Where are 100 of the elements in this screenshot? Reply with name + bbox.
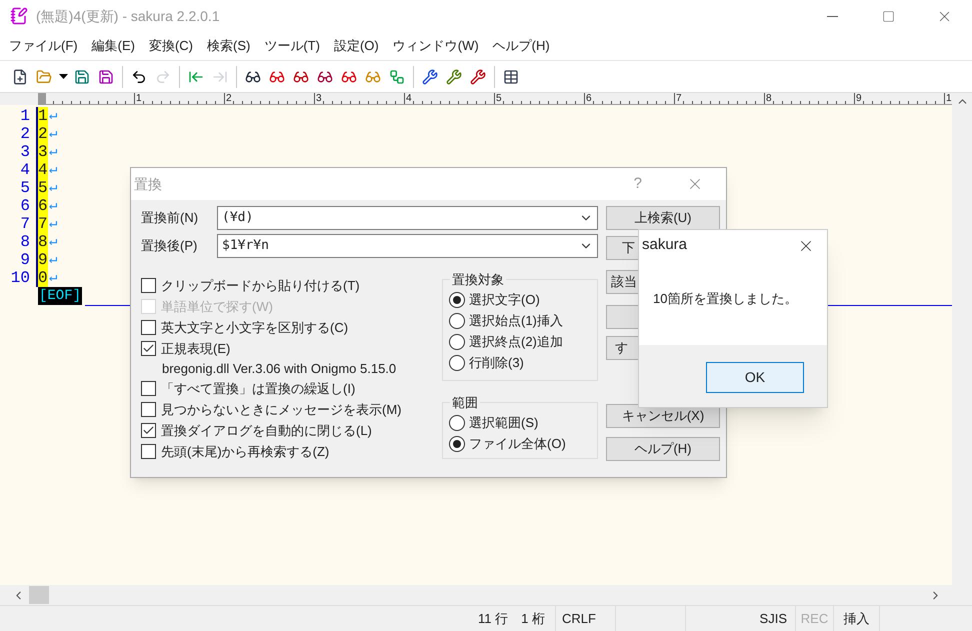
ok-button[interactable]: OK — [706, 362, 804, 393]
scroll-thumb[interactable] — [29, 586, 49, 604]
diagram-icon — [389, 68, 405, 84]
checkbox[interactable] — [141, 444, 156, 459]
ruler-number: 1 — [945, 93, 952, 104]
line-text: 2 — [38, 125, 48, 143]
glasses-icon — [341, 68, 357, 84]
save-icon — [98, 68, 114, 84]
line-number: 9 — [20, 251, 30, 269]
checkbox[interactable] — [141, 402, 156, 417]
radio-label: 行削除(3) — [469, 354, 524, 372]
option-label: 単語単位で探す(W) — [161, 298, 273, 316]
line-number: 6 — [20, 197, 30, 215]
field-label: 置換後(P) — [141, 237, 198, 256]
line-break-mark: ↵ — [49, 179, 58, 197]
option-label: 見つからないときにメッセージを表示(M) — [161, 400, 402, 419]
line-text: 8 — [38, 233, 48, 251]
option-label: 「すべて置換」は置換の繰返し(I) — [161, 380, 356, 398]
option-label: 正規表現(E) — [161, 340, 230, 358]
radio-button[interactable] — [449, 355, 465, 371]
radio-button[interactable] — [449, 292, 465, 308]
line-number: 5 — [20, 179, 30, 197]
radio-button[interactable] — [449, 334, 465, 350]
dialog-button[interactable]: 上検索(U) — [606, 206, 720, 230]
checkbox[interactable] — [141, 341, 156, 356]
arrow-right-icon — [212, 68, 228, 84]
radio-button[interactable] — [449, 436, 465, 452]
line-break-mark: ↵ — [49, 233, 58, 251]
menu-item[interactable]: 検索(S) — [200, 36, 258, 56]
line-number: 1 — [20, 107, 30, 125]
radio-label: 選択範囲(S) — [469, 414, 538, 432]
vertical-scrollbar[interactable] — [952, 93, 972, 585]
line-break-mark: ↵ — [49, 269, 58, 287]
combo-box[interactable]: (¥d) — [217, 206, 598, 230]
radio-label: ファイル全体(O) — [469, 435, 566, 454]
ruler-number: 5 — [495, 93, 502, 104]
arrow-left-icon — [188, 68, 204, 84]
radio-button[interactable] — [449, 313, 465, 329]
line-break-mark: ↵ — [49, 161, 58, 179]
status-field: SJIS — [686, 606, 796, 631]
app-icon — [10, 7, 28, 25]
menu-item[interactable]: ヘルプ(H) — [486, 36, 557, 56]
version-note: bregonig.dll Ver.3.06 with Onigmo 5.15.0 — [162, 360, 396, 378]
ruler-number: 2 — [225, 93, 232, 104]
line-number: 3 — [20, 143, 30, 161]
line-text: 7 — [38, 215, 48, 233]
option-label: 英大文字と小文字を区別する(C) — [161, 318, 348, 337]
line-break-mark: ↵ — [49, 197, 58, 215]
glasses-icon — [269, 68, 285, 84]
checkbox[interactable] — [141, 423, 156, 438]
dialog-button[interactable]: ヘルプ(H) — [606, 437, 720, 461]
message-text: 10箇所を置換しました。 — [653, 290, 798, 308]
radio-label: 選択始点(1)挿入 — [469, 312, 563, 330]
save-icon — [74, 68, 90, 84]
field-label: 置換前(N) — [141, 209, 200, 228]
line-text: 6 — [38, 197, 48, 215]
wrench-icon — [422, 68, 438, 84]
line-number: 8 — [20, 233, 30, 251]
line-text: 5 — [38, 179, 48, 197]
status-field: 挿入 — [834, 606, 880, 631]
dialog-title: sakura — [642, 235, 688, 256]
line-break-mark: ↵ — [49, 107, 58, 125]
redo-icon — [155, 68, 171, 84]
status-field: CRLF — [556, 606, 616, 631]
menu-item[interactable]: 設定(O) — [326, 36, 386, 56]
option-label: 置換ダイアログを自動的に閉じる(L) — [161, 422, 372, 440]
line-number: 10 — [10, 269, 30, 287]
checkbox[interactable] — [141, 278, 156, 293]
menu-item[interactable]: ファイル(F) — [2, 36, 85, 56]
horizontal-scrollbar[interactable] — [0, 585, 972, 605]
line-break-mark: ↵ — [49, 251, 58, 269]
menu-item[interactable]: 変換(C) — [142, 36, 200, 56]
radio-label: 選択文字(O) — [469, 291, 540, 310]
line-number: 7 — [20, 215, 30, 233]
status-field: 11 行 1 桁 — [446, 606, 556, 631]
eof-mark: [EOF] — [38, 287, 82, 305]
line-text: 0 — [38, 269, 48, 287]
radio-button[interactable] — [449, 415, 465, 431]
line-text: 9 — [38, 251, 48, 269]
checkbox[interactable] — [141, 320, 156, 335]
ruler-number: 4 — [405, 93, 412, 104]
wrench-icon — [446, 68, 462, 84]
glasses-icon — [317, 68, 333, 84]
menu-item[interactable]: 編集(E) — [84, 36, 142, 56]
group-title: 範囲 — [451, 394, 479, 412]
ruler-number: 9 — [855, 93, 862, 104]
line-number: 2 — [20, 125, 30, 143]
checkbox[interactable] — [141, 381, 156, 396]
menu-item[interactable]: ツール(T) — [257, 36, 327, 56]
status-field: REC — [796, 606, 834, 631]
ruler-number: 7 — [675, 93, 682, 104]
ruler-number: 1 — [135, 93, 142, 104]
wrench-icon — [470, 68, 486, 84]
dialog-title: 置換 — [134, 174, 162, 194]
line-number: 4 — [20, 161, 30, 179]
line-text: 1 — [38, 107, 48, 125]
menu-item[interactable]: ウィンドウ(W) — [386, 36, 486, 56]
option-label: クリップボードから貼り付ける(T) — [161, 276, 360, 295]
combo-box[interactable]: $1¥r¥n — [217, 234, 598, 258]
ruler-number: 3 — [315, 93, 322, 104]
